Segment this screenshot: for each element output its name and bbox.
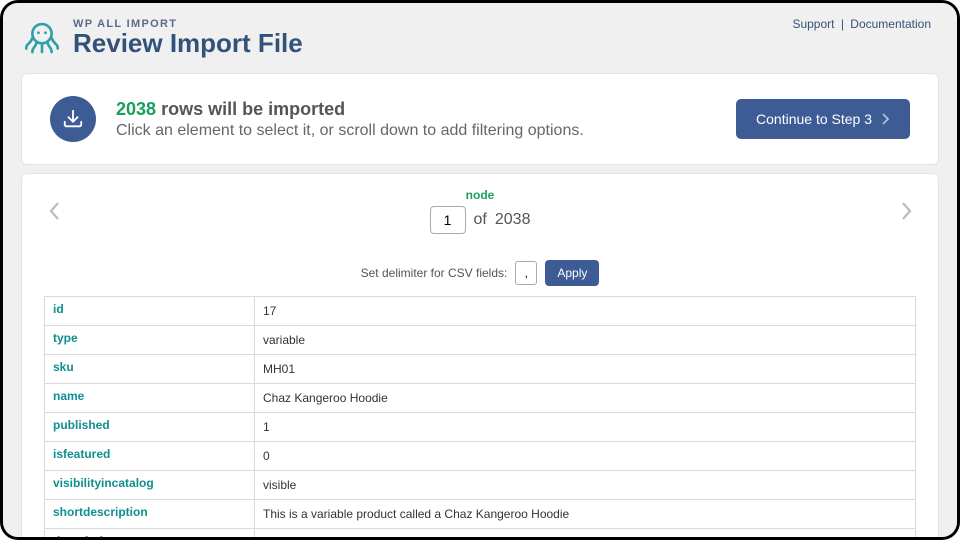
node-card: node of 2038 Set delimiter for CSV field… xyxy=(21,173,939,537)
documentation-link[interactable]: Documentation xyxy=(850,17,931,31)
octopus-icon xyxy=(21,17,63,59)
field-key: sku xyxy=(45,355,255,384)
field-value: 17 xyxy=(255,297,916,326)
rows-suffix: rows will be imported xyxy=(161,99,345,119)
table-row[interactable]: isfeatured0 xyxy=(45,442,916,471)
prev-record-button[interactable] xyxy=(44,196,64,226)
field-key: shortdescription xyxy=(45,500,255,529)
field-value: 1 xyxy=(255,413,916,442)
brand-logo: WP ALL IMPORT Review Import File xyxy=(21,17,303,59)
continue-button[interactable]: Continue to Step 3 xyxy=(736,99,910,139)
field-key: visibilityincatalog xyxy=(45,471,255,500)
row-count: 2038 xyxy=(116,99,156,119)
delimiter-label: Set delimiter for CSV fields: xyxy=(361,266,508,280)
node-label: node xyxy=(64,188,896,202)
support-link[interactable]: Support xyxy=(792,17,834,31)
field-key: name xyxy=(45,384,255,413)
page-title: Review Import File xyxy=(73,30,303,57)
table-row[interactable]: published1 xyxy=(45,413,916,442)
link-separator: | xyxy=(841,17,844,31)
apply-button[interactable]: Apply xyxy=(545,260,599,286)
total-records: 2038 xyxy=(495,211,531,229)
field-key: id xyxy=(45,297,255,326)
continue-label: Continue to Step 3 xyxy=(756,111,872,127)
table-row[interactable]: description<p>Ideal for cold-weather tra… xyxy=(45,529,916,538)
hero-heading: 2038 rows will be imported xyxy=(116,99,584,120)
field-value: Chaz Kangeroo Hoodie xyxy=(255,384,916,413)
table-row[interactable]: nameChaz Kangeroo Hoodie xyxy=(45,384,916,413)
field-value: 0 xyxy=(255,442,916,471)
record-table: id17typevariableskuMH01nameChaz Kangeroo… xyxy=(44,296,916,537)
field-value: <p>Ideal for cold-weather training or wo… xyxy=(255,529,916,538)
next-record-button[interactable] xyxy=(896,196,916,226)
field-key: published xyxy=(45,413,255,442)
table-row[interactable]: id17 xyxy=(45,297,916,326)
field-value: This is a variable product called a Chaz… xyxy=(255,500,916,529)
chevron-right-icon xyxy=(882,113,890,125)
field-value: MH01 xyxy=(255,355,916,384)
field-key: description xyxy=(45,529,255,538)
table-row[interactable]: visibilityincatalogvisible xyxy=(45,471,916,500)
delimiter-input[interactable] xyxy=(515,261,537,285)
field-value: visible xyxy=(255,471,916,500)
field-key: type xyxy=(45,326,255,355)
table-row[interactable]: typevariable xyxy=(45,326,916,355)
import-icon xyxy=(50,96,96,142)
table-row[interactable]: skuMH01 xyxy=(45,355,916,384)
table-row[interactable]: shortdescriptionThis is a variable produ… xyxy=(45,500,916,529)
record-number-input[interactable] xyxy=(430,206,466,234)
field-value: variable xyxy=(255,326,916,355)
of-label: of xyxy=(474,211,487,229)
field-key: isfeatured xyxy=(45,442,255,471)
hero-card: 2038 rows will be imported Click an elem… xyxy=(21,73,939,165)
hero-subtitle: Click an element to select it, or scroll… xyxy=(116,122,584,140)
